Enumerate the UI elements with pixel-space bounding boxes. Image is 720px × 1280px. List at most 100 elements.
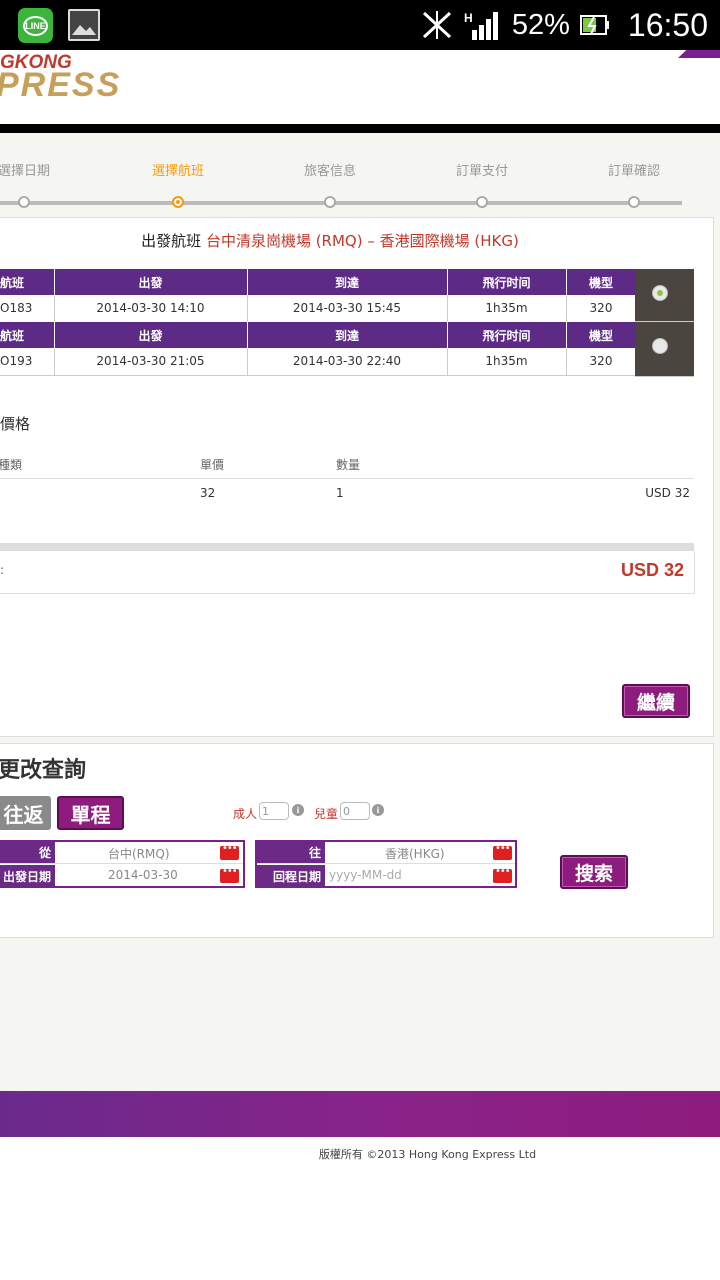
- step-dot: [18, 196, 30, 208]
- col-arrive: 到達: [247, 269, 448, 295]
- step-confirmation: 訂單確認: [607, 164, 661, 179]
- to-value: 香港(HKG): [385, 847, 445, 861]
- children-label: 兒童: [314, 807, 339, 821]
- depart-time: 2014-03-30 21:05: [54, 348, 248, 376]
- from-value: 台中(RMQ): [108, 847, 170, 861]
- battery-percent: 52%: [511, 8, 570, 41]
- signal-icon: H: [464, 11, 498, 40]
- logo-bottom-text: PRESS: [0, 66, 122, 104]
- footer-band: [0, 1091, 720, 1137]
- one-way-tab[interactable]: 單程: [57, 796, 124, 830]
- table-row[interactable]: O183 2014-03-30 14:10 2014-03-30 15:45 1…: [0, 295, 637, 323]
- duration: 1h35m: [447, 348, 567, 376]
- step-dot: [324, 196, 336, 208]
- step-track: [0, 201, 682, 205]
- flight-radio[interactable]: [652, 338, 668, 354]
- picker-icon[interactable]: [220, 843, 239, 860]
- flight-select-cell: [635, 322, 694, 377]
- price-title: 價格: [0, 415, 31, 433]
- col-depart: 出發: [54, 269, 248, 295]
- total-label: :: [0, 563, 5, 577]
- step-passenger-info: 旅客信息: [303, 164, 357, 179]
- col-aircraft: 機型: [566, 322, 637, 348]
- col-duration: 飛行时间: [447, 269, 567, 295]
- svg-text:H: H: [464, 11, 473, 25]
- route-title: 出發航班 台中清泉崗機場 (RMQ) – 香港國際機場 (HKG): [0, 230, 660, 251]
- price-col-qty: 數量: [336, 458, 361, 472]
- arrive-time: 2014-03-30 15:45: [247, 295, 448, 323]
- col-duration: 飛行时间: [447, 322, 567, 348]
- return-date-placeholder: yyyy-MM-dd: [329, 868, 402, 882]
- quantity: 1: [336, 486, 344, 500]
- col-depart: 出發: [54, 322, 248, 348]
- adults-input[interactable]: [259, 802, 289, 820]
- return-date-row[interactable]: 回程日期 yyyy-MM-dd: [257, 865, 515, 887]
- header-divider: [0, 124, 720, 133]
- col-flight: 航班: [0, 322, 55, 348]
- site-header: GKONG PRESS: [0, 50, 720, 124]
- col-arrive: 到達: [247, 322, 448, 348]
- flight-table-1: 航班 出發 到達 飛行时间 機型 O183 2014-03-30 14:10 2…: [0, 269, 637, 323]
- aircraft: 320: [566, 295, 637, 323]
- line-app-icon: LINE: [18, 8, 53, 43]
- price-col-unit: 單價: [200, 458, 225, 472]
- arrive-time: 2014-03-30 22:40: [247, 348, 448, 376]
- step-dot: [476, 196, 488, 208]
- flight-number: O183: [0, 295, 55, 323]
- round-trip-tab[interactable]: 往返: [0, 796, 51, 830]
- step-select-date: 選擇日期: [0, 164, 51, 179]
- total-box: [0, 551, 695, 594]
- price-col-type: 種類: [0, 458, 23, 472]
- to-row[interactable]: 往 香港(HKG): [257, 842, 515, 864]
- search-title: 更改查詢: [0, 758, 87, 783]
- header-corner-accent: [678, 50, 720, 58]
- total-value: USD 32: [620, 560, 684, 580]
- from-label: 從: [0, 842, 55, 863]
- copyright: 版權所有 ©2013 Hong Kong Express Ltd: [318, 1148, 537, 1161]
- col-aircraft: 機型: [566, 269, 637, 295]
- picker-icon[interactable]: [493, 843, 512, 860]
- table-row[interactable]: O193 2014-03-30 21:05 2014-03-30 22:40 1…: [0, 348, 637, 376]
- info-icon[interactable]: i: [292, 804, 304, 816]
- search-button[interactable]: 搜索: [560, 855, 628, 889]
- origin-form: 從 台中(RMQ) 出發日期 2014-03-30: [0, 840, 245, 888]
- price-divider: [0, 478, 694, 479]
- depart-date-label: 出發日期: [0, 865, 55, 887]
- gallery-icon: [68, 9, 100, 41]
- line-amount: USD 32: [645, 486, 690, 500]
- flight-number: O193: [0, 348, 55, 376]
- depart-date-value: 2014-03-30: [108, 868, 178, 882]
- step-dot: [628, 196, 640, 208]
- col-flight: 航班: [0, 269, 55, 295]
- aircraft: 320: [566, 348, 637, 376]
- depart-date-row[interactable]: 出發日期 2014-03-30: [0, 865, 243, 887]
- flight-radio-selected[interactable]: [652, 285, 668, 301]
- flight-select-cell: [635, 269, 694, 322]
- step-dot-active: [172, 196, 184, 208]
- calendar-icon[interactable]: [220, 866, 239, 883]
- to-label: 往: [257, 842, 325, 863]
- calendar-icon[interactable]: [493, 866, 512, 883]
- line-app-label: LINE: [23, 15, 48, 36]
- flight-table-2: 航班 出發 到達 飛行时间 機型 O193 2014-03-30 21:05 2…: [0, 322, 637, 376]
- children-input[interactable]: [340, 802, 370, 820]
- depart-time: 2014-03-30 14:10: [54, 295, 248, 323]
- duration: 1h35m: [447, 295, 567, 323]
- adults-label: 成人: [233, 807, 258, 821]
- progress-steps: 選擇日期 選擇航班 旅客信息 訂單支付 訂單確認: [0, 160, 720, 210]
- battery-icon: [579, 15, 609, 35]
- status-bar: LINE H 52% 16:50: [0, 0, 720, 50]
- unit-price: 32: [200, 486, 216, 500]
- route-text: 台中清泉崗機場 (RMQ) – 香港國際機場 (HKG): [205, 232, 519, 250]
- step-payment: 訂單支付: [455, 164, 509, 179]
- clock: 16:50: [627, 6, 708, 43]
- step-select-flight: 選擇航班: [151, 164, 205, 179]
- route-title-prefix: 出發航班: [141, 232, 202, 250]
- destination-form: 往 香港(HKG) 回程日期 yyyy-MM-dd: [255, 840, 517, 888]
- from-row[interactable]: 從 台中(RMQ): [0, 842, 243, 864]
- mute-icon: [422, 11, 451, 39]
- continue-button[interactable]: 繼續: [622, 684, 690, 718]
- total-bar: [0, 543, 694, 551]
- return-date-label: 回程日期: [257, 865, 325, 887]
- info-icon[interactable]: i: [372, 804, 384, 816]
